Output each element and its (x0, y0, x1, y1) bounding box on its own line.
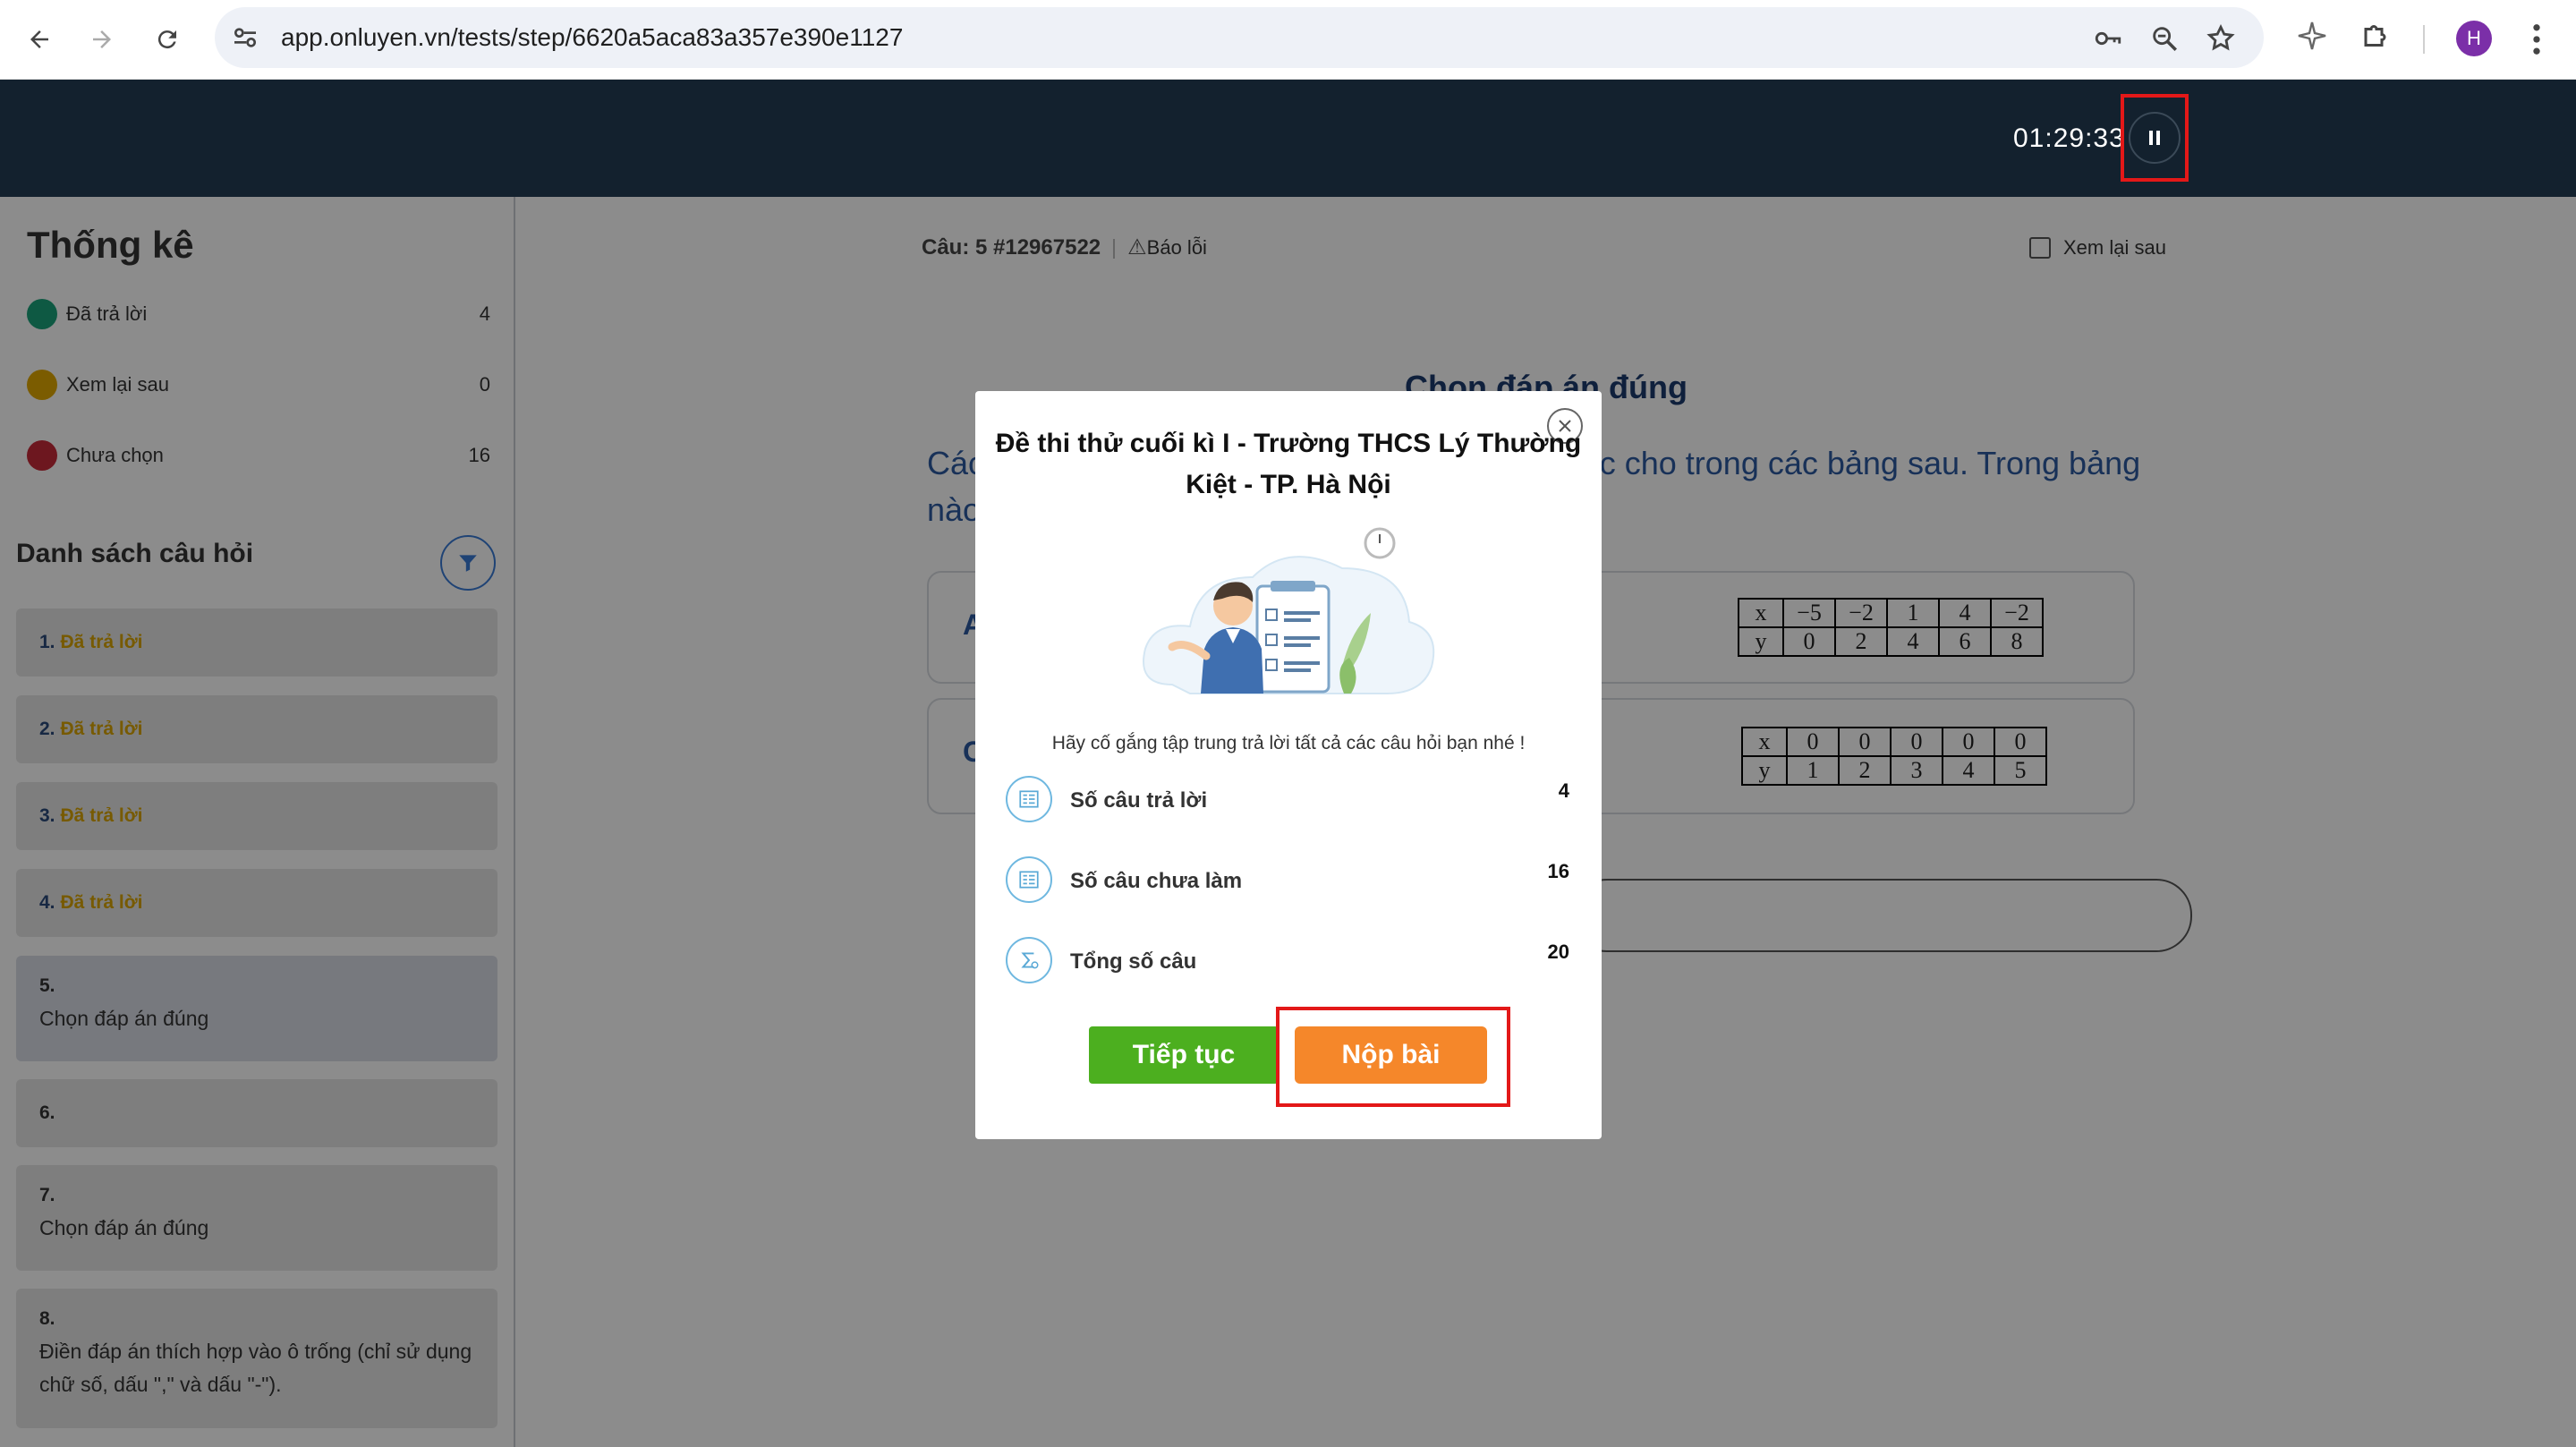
list-icon (1006, 776, 1052, 822)
reload-button[interactable] (148, 20, 187, 59)
highlight-box-pause (2121, 94, 2189, 182)
stat-value: 16 (1547, 860, 1569, 882)
zoom-icon[interactable] (2149, 23, 2180, 54)
browser-toolbar: app.onluyen.vn/tests/step/6620a5aca83a35… (0, 0, 2576, 80)
stat-name: Tổng số câu (1070, 949, 1197, 974)
app-header: 01:29:33 (0, 80, 2576, 197)
stat-name: Số câu chưa làm (1070, 869, 1243, 893)
sigma-icon (1006, 937, 1052, 983)
profile-avatar[interactable]: H (2456, 21, 2492, 56)
teacher-checklist-illustration (1143, 527, 1435, 694)
highlight-box-submit (1276, 1007, 1510, 1107)
password-key-icon[interactable] (2093, 23, 2123, 54)
stat-unanswered-count: Số câu chưa làm 16 (1006, 856, 1569, 903)
reload-icon (157, 30, 176, 49)
back-button[interactable] (20, 20, 59, 59)
stat-value: 4 (1558, 779, 1569, 802)
countdown-timer: 01:29:33 (2013, 123, 2125, 153)
url-text: app.onluyen.vn/tests/step/6620a5aca83a35… (281, 23, 904, 51)
sparkle-icon[interactable] (2296, 20, 2328, 52)
stat-value: 20 (1547, 941, 1569, 963)
list-icon (1006, 856, 1052, 903)
forward-button[interactable] (82, 20, 122, 59)
address-bar[interactable]: app.onluyen.vn/tests/step/6620a5aca83a35… (215, 7, 2264, 68)
arrow-left-icon (30, 30, 48, 48)
site-settings-icon (234, 28, 256, 47)
dialog-title: Đề thi thử cuối kì I - Trường THCS Lý Th… (995, 429, 1582, 499)
stat-total-count: Tổng số câu 20 (1006, 937, 1569, 983)
stat-name: Số câu trả lời (1070, 788, 1208, 813)
more-menu-icon[interactable] (2523, 20, 2550, 59)
arrow-right-icon (93, 30, 111, 48)
encourage-text: Hãy cố gắng tập trung trả lời tất cả các… (1051, 733, 1526, 753)
extensions-puzzle-icon[interactable] (2360, 20, 2393, 52)
continue-button[interactable]: Tiếp tục (1089, 1026, 1279, 1084)
toolbar-divider (2423, 25, 2425, 54)
stat-answered-count: Số câu trả lời 4 (1006, 776, 1569, 822)
bookmark-star-icon[interactable] (2206, 23, 2236, 54)
